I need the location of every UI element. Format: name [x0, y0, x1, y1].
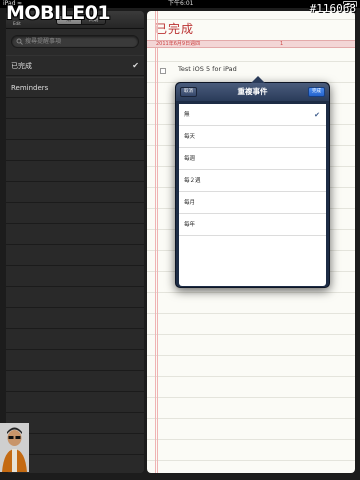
task-title[interactable]: Test iOS 5 for iPad: [178, 65, 237, 73]
sidebar-item-label: Reminders: [11, 84, 49, 92]
search-placeholder: 搜尋提醒事項: [25, 38, 62, 45]
magnifier-icon: [16, 38, 23, 45]
watermark-id: #116068: [309, 2, 356, 15]
checkmark-icon: ✔: [132, 61, 139, 70]
popover-navbar: 重複事件 取消 完成: [176, 83, 329, 101]
repeat-option-monthly[interactable]: 每月: [179, 192, 326, 214]
option-label: 每年: [184, 222, 196, 228]
sidebar-item-label: 已完成: [11, 62, 32, 70]
repeat-option-daily[interactable]: 每天: [179, 126, 326, 148]
sidebar-item-completed[interactable]: 已完成 ✔: [6, 55, 144, 76]
task-checkbox[interactable]: [160, 68, 166, 74]
repeat-option-yearly[interactable]: 每年: [179, 214, 326, 236]
repeat-option-biweekly[interactable]: 每２週: [179, 170, 326, 192]
done-button[interactable]: 完成: [308, 87, 325, 97]
sidebar-item-reminders[interactable]: Reminders: [6, 77, 144, 98]
repeat-options-list: 無 ✔ 每天 每週 每２週 每月 每年: [179, 104, 326, 286]
option-label: 每２週: [184, 178, 201, 184]
date-header-text: 2011年6月9日週四: [156, 41, 201, 47]
search-input[interactable]: 搜尋提醒事項: [11, 35, 139, 48]
watermark-logo: MOBILE01: [6, 2, 111, 24]
page-title: 已完成: [155, 22, 195, 36]
repeat-option-weekly[interactable]: 每週: [179, 148, 326, 170]
repeat-popover: 重複事件 取消 完成 無 ✔ 每天 每週 每２週 每月 每年: [175, 76, 330, 288]
date-item-count: 1: [280, 41, 284, 47]
option-label: 每月: [184, 200, 196, 206]
cancel-button[interactable]: 取消: [180, 87, 197, 97]
repeat-option-none[interactable]: 無 ✔: [179, 104, 326, 126]
popover-arrow: [251, 76, 265, 83]
sidebar-list-background: [6, 98, 144, 473]
date-section-header: 2011年6月9日週四 1: [147, 40, 355, 48]
status-time: 下午6:01: [168, 0, 194, 7]
option-label: 每週: [184, 156, 196, 162]
option-label: 每天: [184, 134, 196, 140]
avatar: [0, 423, 29, 472]
sidebar: Edit 清 日期 搜尋提醒事項 已完成 ✔ Reminders: [6, 11, 144, 473]
option-label: 無: [184, 112, 190, 118]
popover-title: 重複事件: [237, 87, 268, 96]
checkmark-icon: ✔: [314, 111, 320, 119]
